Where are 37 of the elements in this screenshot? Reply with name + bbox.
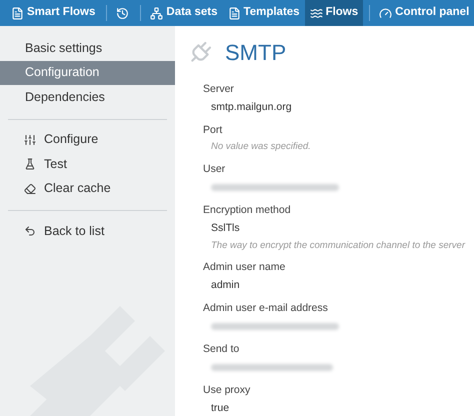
field-hint: The way to encrypt the communication channel to the server: [210, 239, 466, 253]
nav-link[interactable]: Flows: [304, 0, 364, 26]
field-label: Admin user name: [203, 260, 286, 275]
field-value: smtp.mailgun.org: [210, 100, 293, 115]
sliders-icon: [24, 134, 36, 146]
flask-icon: [24, 158, 36, 170]
sidebar-item[interactable]: Basic settings: [0, 36, 175, 60]
field-label: Encryption method: [203, 203, 292, 218]
field-value: true: [210, 401, 230, 416]
gauge-icon: [379, 6, 392, 20]
sidebar-item[interactable]: Configure: [8, 128, 167, 152]
field-label: Admin user e-mail address: [203, 301, 329, 316]
waves-icon: [310, 6, 323, 20]
empty-value-note: No value was specified.: [210, 140, 312, 154]
field-label: Send to: [203, 342, 240, 357]
field-label: Server: [203, 82, 235, 97]
nav-link[interactable]: Control panel: [374, 0, 474, 26]
nav-link[interactable]: Smart Flows: [6, 0, 100, 26]
sidebar-item[interactable]: Configuration: [0, 60, 175, 85]
field-value: admin: [210, 278, 241, 293]
document-icon: [11, 6, 24, 20]
hierarchy-icon: [150, 6, 164, 20]
field-label: User: [203, 162, 226, 177]
eraser-icon: [24, 182, 36, 195]
nav-link[interactable]: Data sets: [145, 0, 223, 26]
field-label: Port: [203, 123, 224, 138]
history-icon: [116, 6, 130, 20]
field-value: SslTls: [210, 221, 241, 236]
nav-link[interactable]: Templates: [222, 0, 305, 26]
back-arrow-icon: [24, 225, 36, 238]
sidebar-item[interactable]: Clear cache: [8, 176, 167, 201]
page-title: SMTP: [225, 39, 286, 67]
sidebar-item[interactable]: Dependencies: [0, 85, 175, 110]
document-icon: [228, 6, 241, 20]
sidebar-item[interactable]: Test: [8, 152, 167, 176]
field-label: Use proxy: [203, 383, 252, 398]
sidebar-item[interactable]: Back to list: [8, 219, 167, 244]
